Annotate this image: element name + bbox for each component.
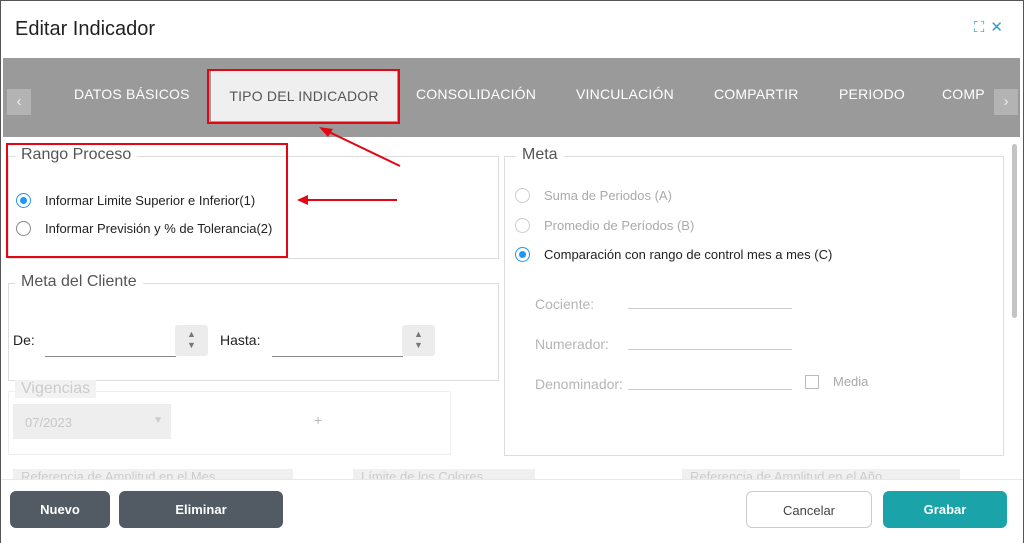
radio-label: Suma de Periodos (A): [544, 188, 672, 203]
tab-bar: ‹ DATOS BÁSICOS TIPO DEL INDICADOR CONSO…: [3, 58, 1020, 137]
tab-scroll-left-icon[interactable]: ‹: [7, 89, 31, 115]
cociente-input[interactable]: [628, 289, 792, 309]
dialog-footer: Nuevo Eliminar Cancelar Grabar: [1, 479, 1023, 543]
radio-promedio-periodos[interactable]: Promedio de Períodos (B): [515, 218, 694, 233]
tab-datos-basicos[interactable]: DATOS BÁSICOS: [74, 86, 190, 102]
radio-unselected-icon: [515, 188, 530, 203]
dialog-title: Editar Indicador: [15, 18, 156, 40]
radio-suma-periodos[interactable]: Suma de Periodos (A): [515, 188, 672, 203]
dialog-header: Editar Indicador ⛶ ✕: [1, 1, 1023, 57]
de-input[interactable]: [45, 337, 176, 357]
tab-vinculacion[interactable]: VINCULACIÓN: [576, 86, 674, 102]
de-label: De:: [13, 332, 35, 348]
tab-periodo[interactable]: PERIODO: [839, 86, 905, 102]
edit-indicator-dialog: Editar Indicador ⛶ ✕ ‹ DATOS BÁSICOS TIP…: [0, 0, 1024, 543]
denominador-input[interactable]: [628, 370, 792, 390]
grabar-button[interactable]: Grabar: [883, 491, 1007, 528]
meta-cliente-legend: Meta del Cliente: [15, 273, 143, 291]
add-vigencia-icon[interactable]: +: [314, 412, 322, 428]
annotation-box-tab: [207, 69, 400, 124]
hasta-input[interactable]: [272, 337, 403, 357]
header-actions: ⛶ ✕: [974, 20, 1003, 36]
vigencias-selected-value: 07/2023: [25, 415, 72, 430]
radio-label: Promedio de Períodos (B): [544, 218, 695, 233]
de-stepper[interactable]: ▲ ▼: [175, 325, 208, 356]
content-scrollbar[interactable]: [1012, 144, 1017, 318]
denominador-label: Denominador:: [535, 376, 623, 392]
radio-unselected-icon: [515, 218, 530, 233]
radio-label: Comparación con rango de control mes a m…: [544, 247, 833, 262]
tab-consolidacion[interactable]: CONSOLIDACIÓN: [416, 86, 536, 102]
radio-selected-icon: [515, 247, 530, 262]
maximize-icon[interactable]: ⛶: [974, 20, 985, 36]
chevron-down-icon: ▼: [153, 415, 163, 426]
meta-legend: Meta: [516, 146, 564, 164]
hasta-stepper[interactable]: ▲ ▼: [402, 325, 435, 356]
vigencias-legend: Vigencias: [15, 380, 97, 398]
cociente-label: Cociente:: [535, 296, 595, 312]
eliminar-button[interactable]: Eliminar: [119, 491, 283, 528]
media-label: Media: [833, 374, 869, 389]
cancelar-button[interactable]: Cancelar: [746, 491, 872, 528]
nuevo-button[interactable]: Nuevo: [10, 491, 110, 528]
annotation-box-rango: [6, 143, 288, 258]
vigencias-select[interactable]: 07/2023 ▼: [13, 404, 171, 439]
close-icon[interactable]: ✕: [990, 20, 1003, 36]
tab-comp[interactable]: COMP: [942, 86, 985, 102]
numerador-input[interactable]: [628, 330, 792, 350]
radio-comparacion-rango-control[interactable]: Comparación con rango de control mes a m…: [515, 247, 832, 262]
hasta-label: Hasta:: [220, 332, 261, 348]
numerador-label: Numerador:: [535, 336, 609, 352]
tab-scroll-right-icon[interactable]: ›: [994, 89, 1018, 115]
tab-compartir[interactable]: COMPARTIR: [714, 86, 799, 102]
media-checkbox[interactable]: [805, 375, 819, 389]
